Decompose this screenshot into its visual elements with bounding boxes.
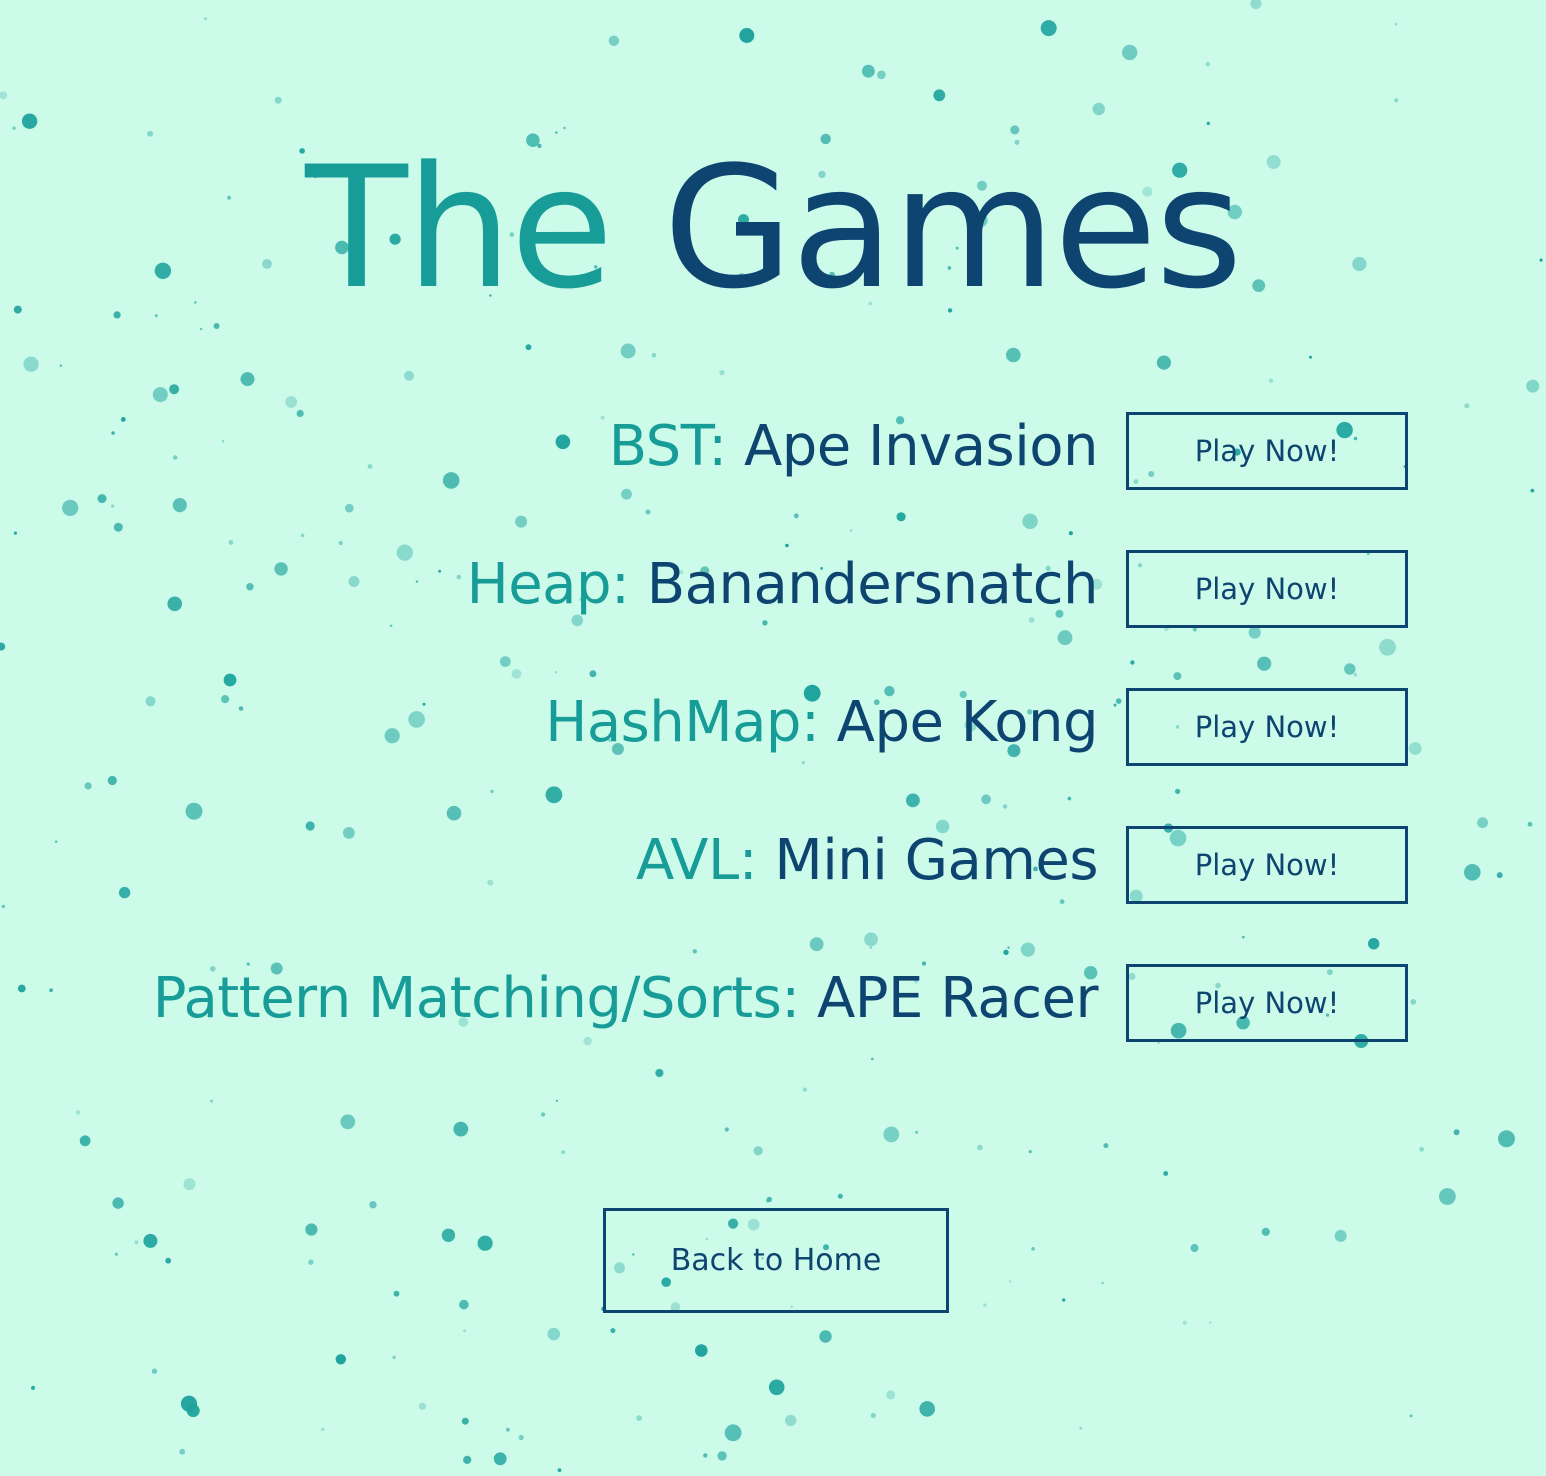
game-topic: AVL: [635, 828, 758, 893]
game-title-hashmap: HashMap: Ape Kong [545, 688, 1098, 766]
game-row-heap: Heap: Banandersnatch Play Now! [0, 550, 1408, 628]
play-now-button-heap[interactable]: Play Now! [1126, 550, 1408, 628]
play-now-button-bst[interactable]: Play Now! [1126, 412, 1408, 490]
game-title-bst: BST: Ape Invasion [608, 412, 1099, 490]
game-topic: Heap: [466, 552, 630, 617]
game-topic: HashMap: [545, 690, 820, 755]
game-name: APE Racer [816, 966, 1099, 1031]
game-row-avl: AVL: Mini Games Play Now! [0, 826, 1408, 904]
play-now-button-pattern-matching[interactable]: Play Now! [1126, 964, 1408, 1042]
page-title: The Games [0, 128, 1546, 328]
game-topic: Pattern Matching/Sorts: [152, 966, 800, 1031]
game-topic: BST: [608, 414, 727, 479]
page-title-first-word: The [305, 130, 613, 326]
game-name: Ape Invasion [743, 414, 1099, 479]
game-title-avl: AVL: Mini Games [635, 826, 1099, 904]
play-now-button-avl[interactable]: Play Now! [1126, 826, 1408, 904]
game-title-heap: Heap: Banandersnatch [466, 550, 1099, 628]
page-title-second-word: Games [663, 130, 1243, 326]
game-title-pattern-matching: Pattern Matching/Sorts: APE Racer [152, 964, 1099, 1042]
game-row-hashmap: HashMap: Ape Kong Play Now! [0, 688, 1408, 766]
game-name: Mini Games [774, 828, 1098, 893]
game-name: Ape Kong [836, 690, 1099, 755]
play-now-button-hashmap[interactable]: Play Now! [1126, 688, 1408, 766]
game-row-bst: BST: Ape Invasion Play Now! [0, 412, 1408, 490]
games-page: The Games BST: Ape Invasion Play Now! He… [0, 0, 1546, 1476]
back-to-home-button[interactable]: Back to Home [603, 1208, 949, 1313]
game-row-pattern-matching: Pattern Matching/Sorts: APE Racer Play N… [0, 964, 1408, 1042]
game-name: Banandersnatch [646, 552, 1099, 617]
